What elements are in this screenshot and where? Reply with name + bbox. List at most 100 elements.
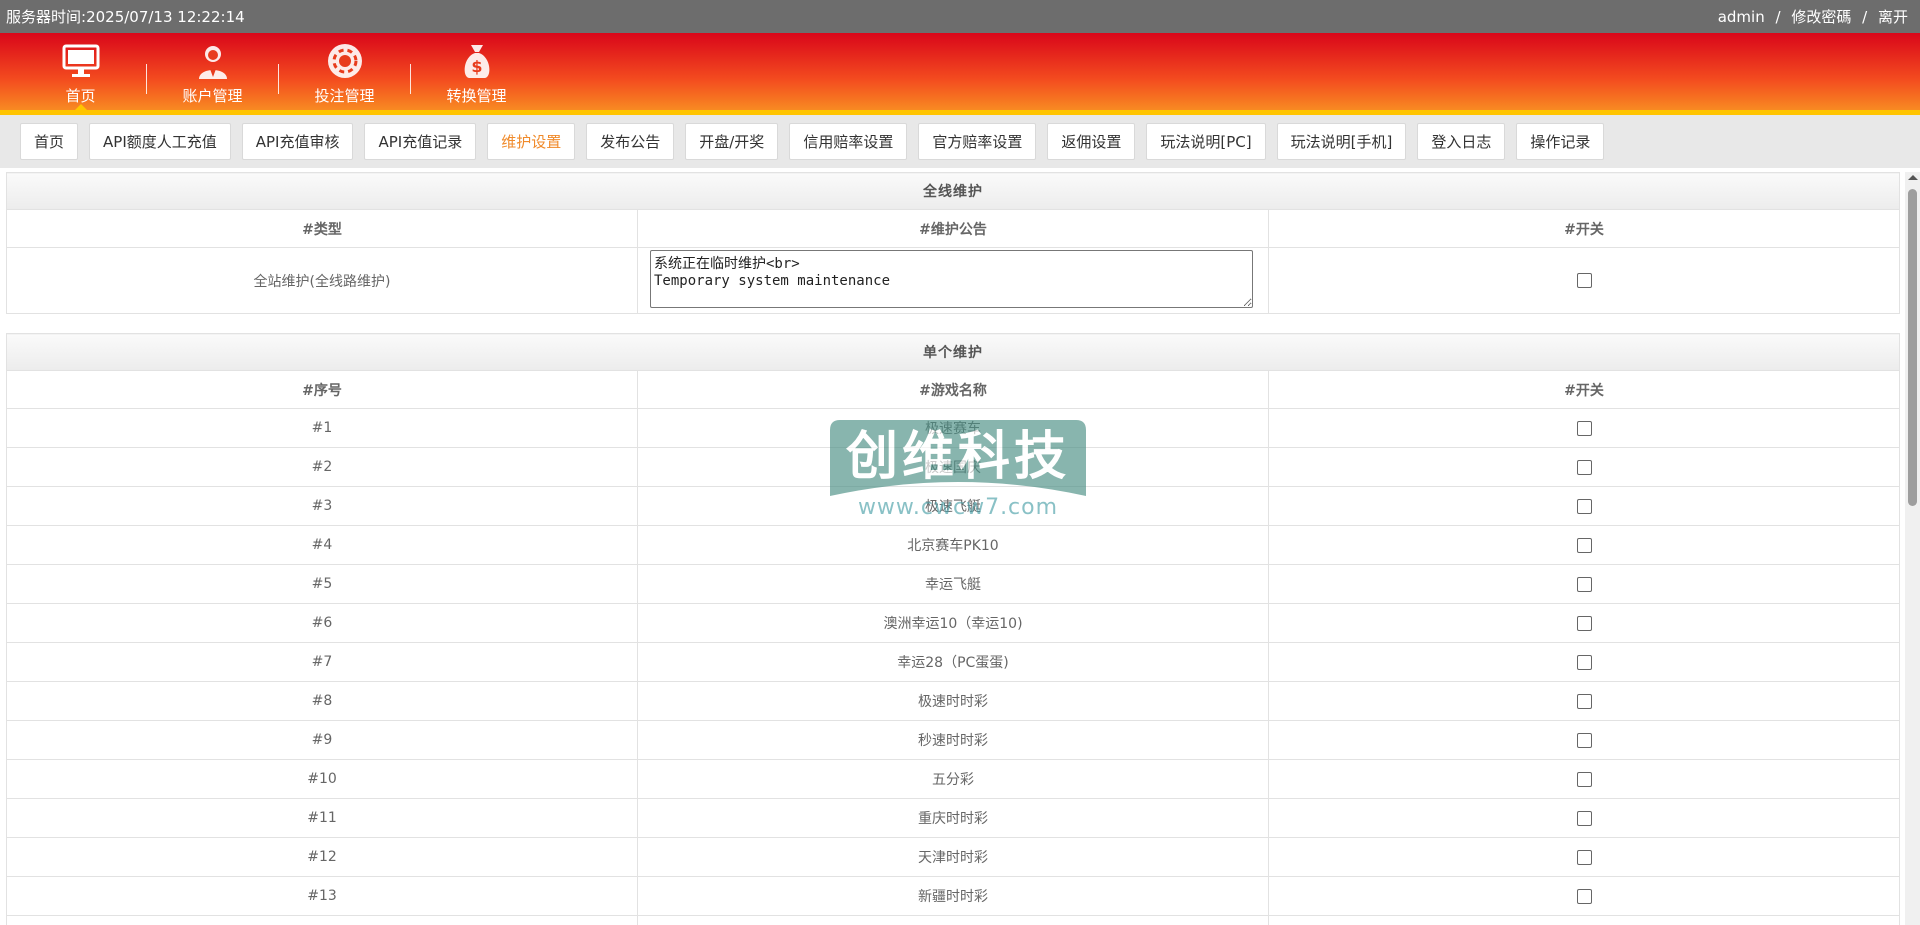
column-header: #维护公告 — [637, 209, 1269, 248]
game-switch-cell — [1268, 681, 1900, 721]
table-row: #9 秒速时时彩 — [6, 720, 1900, 760]
watermark-title: 创维科技 — [845, 427, 1070, 487]
username-link[interactable]: admin — [1718, 8, 1765, 26]
game-name: 新疆时时彩 — [637, 876, 1269, 916]
table-row: #12 天津时时彩 — [6, 837, 1900, 877]
game-switch-cell — [1268, 915, 1900, 925]
main-content: 全线维护 #类型 #维护公告 #开关 全站维护(全线路维护) 单个维护 #序号 … — [6, 172, 1900, 925]
main-header: 首页 账户管理 投注管理 $ 转换管理 — [0, 33, 1920, 115]
nav-transfers[interactable]: $ 转换管理 — [416, 33, 537, 110]
separator: / — [1862, 8, 1868, 26]
game-index: #3 — [6, 486, 638, 526]
column-header: #类型 — [6, 209, 638, 248]
nav-accounts[interactable]: 账户管理 — [152, 33, 273, 110]
tab-open-draw[interactable]: 开盘/开奖 — [685, 123, 779, 160]
game-index: #1 — [6, 408, 638, 448]
game-name: 澳洲幸运10（幸运10) — [637, 603, 1269, 643]
user-links: admin / 修改密碼 / 离开 — [1718, 6, 1908, 27]
tab-maintenance-settings[interactable]: 维护设置 — [487, 123, 576, 160]
scrollbar-thumb[interactable] — [1908, 189, 1917, 506]
game-maintenance-checkbox[interactable] — [1576, 576, 1592, 592]
tab-login-log[interactable]: 登入日志 — [1417, 123, 1506, 160]
nav-bets[interactable]: 投注管理 — [284, 33, 405, 110]
game-index: #12 — [6, 837, 638, 877]
game-index: #8 — [6, 681, 638, 721]
game-index: #5 — [6, 564, 638, 604]
section-title: 单个维护 — [6, 333, 1900, 371]
nav-home[interactable]: 首页 — [20, 33, 141, 111]
game-name: 幸运飞艇 — [637, 564, 1269, 604]
top-bar: 服务器时间:2025/07/13 12:22:14 admin / 修改密碼 /… — [0, 0, 1920, 33]
logout-link[interactable]: 离开 — [1878, 8, 1908, 26]
game-maintenance-checkbox[interactable] — [1576, 810, 1592, 826]
tab-publish-notice[interactable]: 发布公告 — [586, 123, 675, 160]
tab-home[interactable]: 首页 — [20, 123, 79, 160]
game-switch-cell — [1268, 759, 1900, 799]
full-maintenance-checkbox[interactable] — [1576, 273, 1592, 288]
change-password-link[interactable]: 修改密碼 — [1791, 8, 1851, 26]
game-index: #7 — [6, 642, 638, 682]
game-maintenance-checkbox[interactable] — [1576, 849, 1592, 865]
game-index: #11 — [6, 798, 638, 838]
user-icon — [198, 46, 227, 79]
game-maintenance-checkbox[interactable] — [1576, 498, 1592, 514]
tab-operation-log[interactable]: 操作记录 — [1516, 123, 1605, 160]
chip-icon — [327, 44, 362, 78]
tab-rebate-settings[interactable]: 返佣设置 — [1047, 123, 1136, 160]
maintenance-notice-textarea[interactable] — [650, 249, 1253, 308]
game-maintenance-checkbox[interactable] — [1576, 693, 1592, 709]
game-switch-cell — [1268, 798, 1900, 838]
tab-api-recharge-records[interactable]: API充值记录 — [364, 123, 477, 160]
tab-official-odds[interactable]: 官方赔率设置 — [918, 123, 1037, 160]
tab-rules-pc[interactable]: 玩法说明[PC] — [1146, 123, 1266, 160]
tab-credit-odds[interactable]: 信用赔率设置 — [789, 123, 908, 160]
table-row: #6 澳洲幸运10（幸运10) — [6, 603, 1900, 643]
watermark-logo: 创维科技 www.cwcw7.com — [830, 420, 1086, 520]
game-maintenance-checkbox[interactable] — [1576, 537, 1592, 553]
game-switch-cell — [1268, 642, 1900, 682]
table-row: #13 新疆时时彩 — [6, 876, 1900, 916]
game-index: #10 — [6, 759, 638, 799]
game-index: #13 — [6, 876, 638, 916]
game-maintenance-checkbox[interactable] — [1576, 654, 1592, 670]
game-maintenance-checkbox[interactable] — [1576, 459, 1592, 475]
game-name: 北京赛车PK10 — [637, 525, 1269, 565]
nav-label: 账户管理 — [182, 87, 243, 105]
tab-api-manual-recharge[interactable]: API额度人工充值 — [89, 123, 231, 160]
game-switch-cell — [1268, 447, 1900, 487]
table-row: #8 极速时时彩 — [6, 681, 1900, 721]
game-maintenance-checkbox[interactable] — [1576, 888, 1592, 904]
game-index: #9 — [6, 720, 638, 760]
game-switch-cell — [1268, 564, 1900, 604]
svg-text:$: $ — [471, 57, 482, 76]
scroll-up-arrow-icon[interactable] — [1908, 175, 1918, 180]
separator: / — [1775, 8, 1781, 26]
game-switch-cell — [1268, 837, 1900, 877]
monitor-icon — [62, 44, 99, 77]
tab-api-recharge-review[interactable]: API充值审核 — [241, 123, 354, 160]
game-maintenance-checkbox[interactable] — [1576, 615, 1592, 631]
nav-divider — [278, 64, 279, 94]
game-maintenance-checkbox[interactable] — [1576, 771, 1592, 787]
game-index: #14 — [6, 915, 638, 925]
game-index: #6 — [6, 603, 638, 643]
game-maintenance-checkbox[interactable] — [1576, 420, 1592, 436]
table-row: #10 五分彩 — [6, 759, 1900, 799]
table-row: #5 幸运飞艇 — [6, 564, 1900, 604]
maintenance-type: 全站维护(全线路维护) — [6, 247, 638, 314]
watermark-url: www.cwcw7.com — [858, 495, 1058, 520]
column-header: #开关 — [1268, 370, 1900, 409]
game-name: 幸运28（PC蛋蛋) — [637, 642, 1269, 682]
game-switch-cell — [1268, 603, 1900, 643]
game-maintenance-checkbox[interactable] — [1576, 732, 1592, 748]
server-time: 服务器时间:2025/07/13 12:22:14 — [6, 6, 245, 27]
nav-divider — [410, 64, 411, 94]
money-bag-icon: $ — [464, 45, 489, 78]
tab-rules-mobile[interactable]: 玩法说明[手机] — [1276, 123, 1407, 160]
nav-label: 投注管理 — [314, 87, 375, 105]
vertical-scrollbar[interactable] — [1905, 172, 1920, 925]
table-row: #14澳洲幸运5（幸运5) — [6, 915, 1900, 925]
table-row: #4 北京赛车PK10 — [6, 525, 1900, 565]
nav-divider — [146, 64, 147, 94]
game-name: 天津时时彩 — [637, 837, 1269, 877]
